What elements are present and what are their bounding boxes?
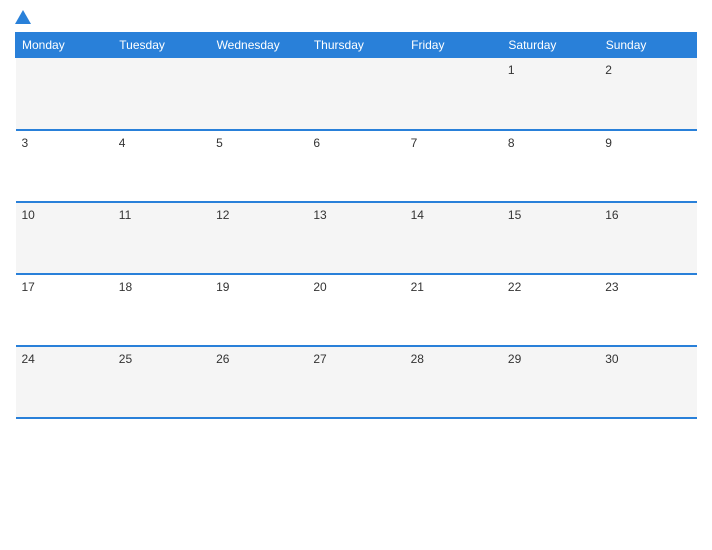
day-number: 1 xyxy=(508,63,515,77)
calendar-cell xyxy=(113,58,210,130)
day-number: 6 xyxy=(313,136,320,150)
calendar-cell: 12 xyxy=(210,202,307,274)
weekday-header-monday: Monday xyxy=(16,33,113,58)
day-number: 5 xyxy=(216,136,223,150)
logo xyxy=(15,10,33,24)
day-number: 25 xyxy=(119,352,132,366)
calendar-cell xyxy=(210,58,307,130)
calendar-cell: 13 xyxy=(307,202,404,274)
day-number: 22 xyxy=(508,280,521,294)
calendar-header-row: MondayTuesdayWednesdayThursdayFridaySatu… xyxy=(16,33,697,58)
day-number: 8 xyxy=(508,136,515,150)
calendar-cell: 1 xyxy=(502,58,599,130)
day-number: 27 xyxy=(313,352,326,366)
calendar-cell: 26 xyxy=(210,346,307,418)
day-number: 28 xyxy=(411,352,424,366)
calendar-cell: 6 xyxy=(307,130,404,202)
day-number: 26 xyxy=(216,352,229,366)
day-number: 7 xyxy=(411,136,418,150)
day-number: 21 xyxy=(411,280,424,294)
calendar-cell: 19 xyxy=(210,274,307,346)
calendar-cell: 29 xyxy=(502,346,599,418)
calendar-body: 1234567891011121314151617181920212223242… xyxy=(16,58,697,418)
calendar-cell: 20 xyxy=(307,274,404,346)
day-number: 20 xyxy=(313,280,326,294)
calendar-cell: 4 xyxy=(113,130,210,202)
day-number: 10 xyxy=(22,208,35,222)
weekday-header-friday: Friday xyxy=(405,33,502,58)
calendar-cell: 18 xyxy=(113,274,210,346)
calendar-cell: 9 xyxy=(599,130,696,202)
day-number: 23 xyxy=(605,280,618,294)
day-number: 18 xyxy=(119,280,132,294)
calendar-cell: 15 xyxy=(502,202,599,274)
weekday-header-sunday: Sunday xyxy=(599,33,696,58)
day-number: 16 xyxy=(605,208,618,222)
day-number: 19 xyxy=(216,280,229,294)
calendar-grid: MondayTuesdayWednesdayThursdayFridaySatu… xyxy=(15,32,697,419)
calendar-cell xyxy=(307,58,404,130)
day-number: 9 xyxy=(605,136,612,150)
calendar-cell: 14 xyxy=(405,202,502,274)
calendar-cell: 3 xyxy=(16,130,113,202)
week-row-4: 17 18 19 20 21 22 23 xyxy=(16,274,697,346)
calendar-cell: 30 xyxy=(599,346,696,418)
logo-triangle-icon xyxy=(15,10,31,24)
day-number: 2 xyxy=(605,63,612,77)
calendar-cell: 11 xyxy=(113,202,210,274)
calendar-cell: 21 xyxy=(405,274,502,346)
calendar-cell: 22 xyxy=(502,274,599,346)
weekday-header-wednesday: Wednesday xyxy=(210,33,307,58)
calendar-cell: 23 xyxy=(599,274,696,346)
week-row-2: 3 4 5 6 7 8 9 xyxy=(16,130,697,202)
calendar-cell: 24 xyxy=(16,346,113,418)
week-row-5: 24 25 26 27 28 29 30 xyxy=(16,346,697,418)
weekday-header-saturday: Saturday xyxy=(502,33,599,58)
day-number: 13 xyxy=(313,208,326,222)
calendar-cell: 28 xyxy=(405,346,502,418)
calendar-cell: 17 xyxy=(16,274,113,346)
calendar-cell: 25 xyxy=(113,346,210,418)
calendar-cell: 8 xyxy=(502,130,599,202)
day-number: 15 xyxy=(508,208,521,222)
week-row-3: 10 11 12 13 14 15 16 xyxy=(16,202,697,274)
calendar-header xyxy=(15,10,697,24)
calendar-container: MondayTuesdayWednesdayThursdayFridaySatu… xyxy=(0,0,712,550)
day-number: 29 xyxy=(508,352,521,366)
weekday-header-tuesday: Tuesday xyxy=(113,33,210,58)
calendar-cell: 2 xyxy=(599,58,696,130)
weekday-row: MondayTuesdayWednesdayThursdayFridaySatu… xyxy=(16,33,697,58)
weekday-header-thursday: Thursday xyxy=(307,33,404,58)
week-row-1: 12 xyxy=(16,58,697,130)
day-number: 14 xyxy=(411,208,424,222)
calendar-cell xyxy=(405,58,502,130)
calendar-cell: 10 xyxy=(16,202,113,274)
calendar-cell xyxy=(16,58,113,130)
day-number: 11 xyxy=(119,208,131,222)
calendar-cell: 16 xyxy=(599,202,696,274)
day-number: 12 xyxy=(216,208,229,222)
logo-blue-row xyxy=(15,10,33,24)
calendar-cell: 7 xyxy=(405,130,502,202)
day-number: 24 xyxy=(22,352,35,366)
day-number: 4 xyxy=(119,136,126,150)
calendar-cell: 5 xyxy=(210,130,307,202)
day-number: 30 xyxy=(605,352,618,366)
day-number: 17 xyxy=(22,280,35,294)
calendar-cell: 27 xyxy=(307,346,404,418)
day-number: 3 xyxy=(22,136,29,150)
